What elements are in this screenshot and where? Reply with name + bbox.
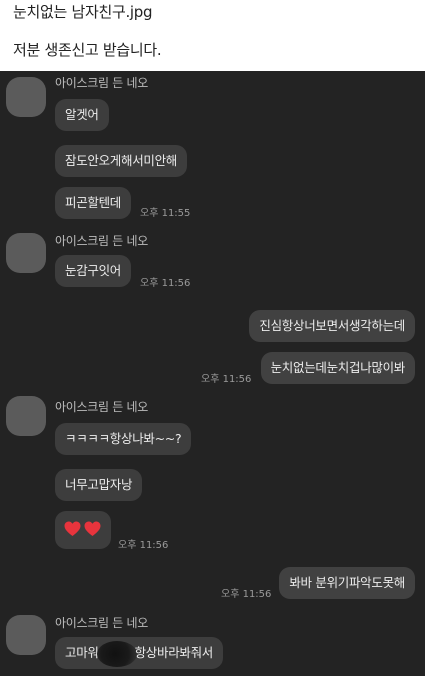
heart-icon	[84, 521, 101, 536]
post-header: 눈치없는 남자친구.jpg 저분 생존신고 받습니다.	[0, 0, 425, 71]
message-text-pre: 고마워	[65, 645, 99, 660]
message-time: 오후 11:56	[221, 589, 272, 600]
emoji-bubble[interactable]	[55, 511, 111, 549]
my-message-bubble[interactable]: 눈치없는데눈치겁나많이봐	[260, 352, 415, 384]
my-message-bubble[interactable]: 봐바 분위기파악도못해	[279, 567, 415, 599]
message-bubble[interactable]: 피곤할텐데	[55, 187, 132, 219]
sender-name: 아이스크림 든 네오	[55, 234, 148, 248]
heart-icon	[64, 521, 81, 536]
avatar[interactable]	[6, 615, 46, 655]
post-title: 눈치없는 남자친구.jpg	[13, 3, 153, 21]
chat-screenshot: 아이스크림 든 네오 알겟어 잠도안오게해서미안해 피곤할텐데 오후 11:55…	[0, 71, 425, 676]
sender-name: 아이스크림 든 네오	[55, 400, 148, 414]
sender-name: 아이스크림 든 네오	[55, 76, 148, 90]
message-time: 오후 11:55	[140, 208, 191, 219]
message-time: 오후 11:56	[140, 278, 191, 289]
avatar[interactable]	[6, 77, 46, 117]
redacted-name-scribble	[96, 640, 137, 667]
message-bubble[interactable]: 잠도안오게해서미안해	[55, 145, 188, 177]
post-subtitle: 저분 생존신고 받습니다.	[13, 41, 162, 59]
message-bubble[interactable]: 알겟어	[55, 99, 109, 131]
message-bubble[interactable]: 너무고맙자낭	[55, 469, 143, 501]
message-bubble[interactable]: 고마워 항상바라봐줘서	[55, 637, 224, 669]
sender-name: 아이스크림 든 네오	[55, 616, 148, 630]
message-bubble[interactable]: 눈감구잇어	[55, 255, 132, 287]
message-time: 오후 11:56	[118, 540, 169, 551]
message-time: 오후 11:56	[201, 374, 252, 385]
message-bubble[interactable]: ㅋㅋㅋㅋ항상나봐~~?	[55, 423, 192, 455]
avatar[interactable]	[6, 233, 46, 273]
my-message-bubble[interactable]: 진심항상너보면서생각하는데	[249, 310, 415, 342]
avatar[interactable]	[6, 396, 46, 436]
message-text-post: 항상바라봐줘서	[134, 645, 214, 660]
